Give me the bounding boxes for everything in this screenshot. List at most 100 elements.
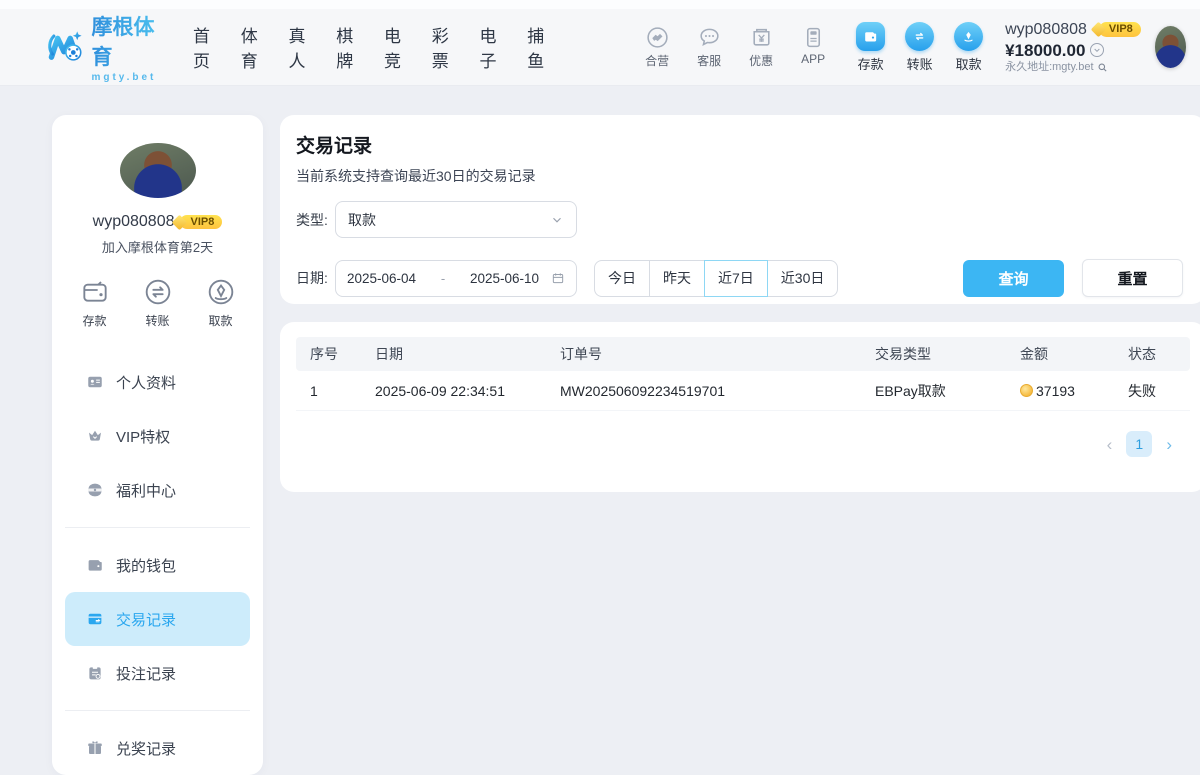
nav-item-cards[interactable]: 棋牌	[336, 22, 355, 72]
nav-item-home[interactable]: 首页	[193, 22, 212, 72]
nav-item-sports[interactable]: 体育	[241, 22, 260, 72]
sidebar-vip-badge: VIP8	[180, 215, 222, 229]
sidebar: wyp080808 VIP8 加入摩根体育第2天 存款 转账 取款 个人资料	[52, 115, 263, 775]
sidebar-item-vip[interactable]: VIP特权	[65, 409, 250, 463]
phone-icon	[801, 25, 826, 50]
nav-item-esports[interactable]: 电竞	[384, 22, 403, 72]
sidebar-item-label: 投注记录	[116, 663, 176, 684]
pagination: ‹ 1 ›	[296, 431, 1190, 457]
cell-amount: 37193	[1020, 383, 1128, 399]
quick-range-group: 今日 昨天 近7日 近30日	[594, 260, 838, 297]
balance: ¥18000.00	[1005, 40, 1085, 61]
wallet-actions: 存款 转账 取款	[856, 22, 983, 73]
type-select[interactable]: 取款	[335, 201, 577, 238]
nav-item-slots[interactable]: 电子	[480, 22, 499, 72]
nav-item-fishing[interactable]: 捕鱼	[527, 22, 546, 72]
sidebar-withdraw-label: 取款	[208, 312, 232, 329]
sidebar-item-prize-records[interactable]: 兑奖记录	[65, 721, 250, 775]
col-amount: 金额	[1020, 344, 1128, 364]
transfer-outline-icon	[142, 276, 174, 308]
page-title: 交易记录	[296, 131, 1190, 158]
brand-text: 摩根体育 mgty.bet	[91, 11, 162, 83]
next-page-button[interactable]: ›	[1166, 436, 1172, 453]
type-select-value: 取款	[348, 210, 550, 230]
join-days-text: 加入摩根体育第2天	[102, 237, 213, 256]
deposit-button[interactable]: 存款	[856, 22, 885, 73]
reset-button[interactable]: 重置	[1082, 259, 1183, 297]
sidebar-divider	[65, 527, 250, 528]
table-row: 1 2025-06-09 22:34:51 MW2025060922345197…	[296, 371, 1190, 411]
withdraw-button[interactable]: 取款	[954, 22, 983, 73]
transfer-button[interactable]: 转账	[905, 22, 934, 73]
sidebar-username: wyp080808	[93, 213, 175, 231]
sidebar-transfer-label: 转账	[145, 312, 169, 329]
main-nav: 首页 体育 真人 棋牌 电竞 彩票 电子 捕鱼	[193, 22, 546, 72]
sidebar-transfer-button[interactable]: 转账	[142, 276, 174, 329]
sidebar-item-label: 福利中心	[116, 480, 176, 501]
partner-link[interactable]: 合营	[638, 25, 676, 69]
sidebar-item-label: VIP特权	[116, 426, 170, 447]
date-filter-row: 日期: 2025-06-04 - 2025-06-10 今日 昨天 近7日 近3…	[296, 259, 1190, 297]
range-today-button[interactable]: 今日	[594, 260, 650, 297]
promo-link[interactable]: 优惠	[742, 25, 780, 69]
quick-links: 合营 客服 优惠 APP	[638, 25, 832, 69]
sidebar-item-wallet[interactable]: 我的钱包	[65, 538, 250, 592]
date-separator: -	[424, 271, 462, 286]
page-1-button[interactable]: 1	[1126, 431, 1152, 457]
page-subtitle: 当前系统支持查询最近30日的交易记录	[296, 166, 1190, 186]
records-panel: 序号 日期 订单号 交易类型 金额 状态 1 2025-06-09 22:34:…	[280, 322, 1200, 492]
yuan-box-icon	[749, 25, 774, 50]
avatar[interactable]	[1155, 26, 1186, 68]
sidebar-divider	[65, 710, 250, 711]
chat-icon	[697, 25, 722, 50]
cell-index: 1	[310, 383, 375, 399]
col-index: 序号	[310, 344, 375, 364]
date-range-input[interactable]: 2025-06-04 - 2025-06-10	[335, 260, 577, 297]
range-7days-button[interactable]: 近7日	[704, 260, 768, 297]
filter-panel: 交易记录 当前系统支持查询最近30日的交易记录 类型: 取款 日期: 2025-…	[280, 115, 1200, 304]
wallet-outline-icon	[79, 276, 111, 308]
range-30days-button[interactable]: 近30日	[767, 260, 839, 297]
app-link[interactable]: APP	[794, 25, 832, 69]
transactions-icon	[86, 610, 104, 628]
col-type: 交易类型	[875, 344, 1020, 364]
nav-item-lottery[interactable]: 彩票	[432, 22, 451, 72]
crown-icon	[86, 427, 104, 445]
handshake-icon	[645, 25, 670, 50]
sidebar-deposit-button[interactable]: 存款	[79, 276, 111, 329]
sidebar-item-profile[interactable]: 个人资料	[65, 355, 250, 409]
username: wyp080808	[1005, 20, 1087, 40]
search-icon[interactable]	[1097, 62, 1108, 73]
transfer-label: 转账	[907, 54, 933, 73]
support-link[interactable]: 客服	[690, 25, 728, 69]
type-filter-row: 类型: 取款	[296, 201, 1190, 238]
sidebar-avatar[interactable]	[120, 143, 196, 198]
sidebar-menu: 个人资料 VIP特权 福利中心 我的钱包 交易记录 投注记录 兑奖记录	[52, 355, 263, 775]
brand-name: 摩根体育	[91, 11, 162, 71]
chevron-down-icon	[550, 213, 564, 227]
sidebar-item-bet-records[interactable]: 投注记录	[65, 646, 250, 700]
nav-item-live[interactable]: 真人	[288, 22, 307, 72]
coin-icon	[1020, 384, 1033, 397]
cell-type: EBPay取款	[875, 381, 1020, 401]
permanent-address: 永久地址:mgty.bet	[1005, 61, 1093, 75]
sidebar-item-label: 个人资料	[116, 372, 176, 393]
sidebar-deposit-label: 存款	[82, 312, 106, 329]
cell-order-no: MW202506092234519701	[560, 383, 875, 399]
sidebar-item-transactions[interactable]: 交易记录	[65, 592, 250, 646]
user-info: wyp080808 VIP8 ¥18000.00 永久地址:mgty.bet	[1005, 20, 1141, 75]
id-card-icon	[86, 373, 104, 391]
sidebar-item-benefits[interactable]: 福利中心	[65, 463, 250, 517]
transfer-icon	[905, 22, 934, 51]
brand-logo[interactable]: 摩根体育 mgty.bet	[46, 11, 163, 83]
balance-dropdown-icon[interactable]	[1090, 43, 1104, 57]
sidebar-quick-actions: 存款 转账 取款	[79, 276, 237, 329]
prev-page-button[interactable]: ‹	[1107, 436, 1113, 453]
amount-value: 37193	[1036, 383, 1075, 399]
sidebar-withdraw-button[interactable]: 取款	[205, 276, 237, 329]
sidebar-item-label: 我的钱包	[116, 555, 176, 576]
range-yesterday-button[interactable]: 昨天	[649, 260, 705, 297]
withdraw-outline-icon	[205, 276, 237, 308]
col-date: 日期	[375, 344, 560, 364]
search-button[interactable]: 查询	[963, 260, 1064, 297]
